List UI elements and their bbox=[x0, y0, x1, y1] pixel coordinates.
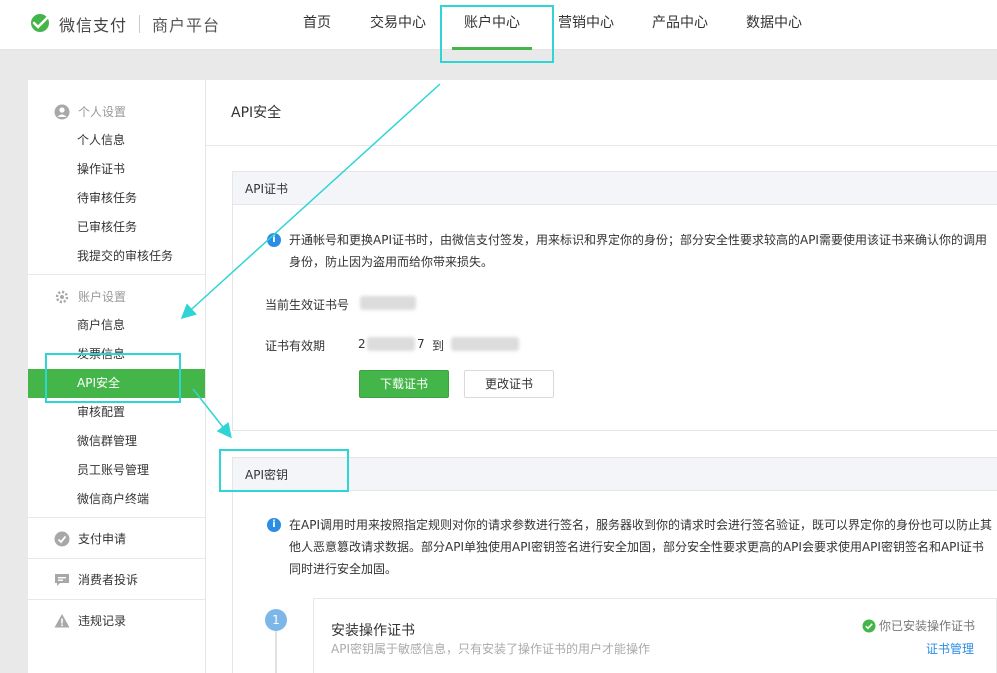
sidebar-item-reviewed[interactable]: 已审核任务 bbox=[28, 213, 205, 242]
brand-logo[interactable]: 微信支付 商户平台 bbox=[28, 11, 220, 37]
sidebar-item-label: 消费者投诉 bbox=[78, 573, 139, 587]
nav-account-center[interactable]: 账户中心 bbox=[444, 0, 540, 50]
sidebar-item-payment-apply[interactable]: 支付申请 bbox=[28, 524, 205, 553]
info-icon: i bbox=[267, 233, 281, 247]
sidebar-group-complaint[interactable]: 消费者投诉 bbox=[28, 559, 205, 600]
sidebar-group-payment-apply[interactable]: 支付申请 bbox=[28, 518, 205, 559]
section-header-api-key: API密钥 bbox=[232, 457, 997, 491]
sidebar-item-staff-accounts[interactable]: 员工账号管理 bbox=[28, 456, 205, 485]
cert-validity-to: 到 bbox=[432, 339, 445, 353]
cert-validity-label: 证书有效期 bbox=[265, 339, 326, 353]
step-timeline-line bbox=[275, 629, 277, 673]
sidebar-item-label: 支付申请 bbox=[78, 532, 127, 546]
sidebar-item-review-config[interactable]: 审核配置 bbox=[28, 398, 205, 427]
change-cert-button[interactable]: 更改证书 bbox=[464, 370, 554, 398]
brand-separator bbox=[139, 15, 141, 33]
sidebar-item-consumer-complaint[interactable]: 消费者投诉 bbox=[28, 565, 205, 594]
main-nav: 首页 交易中心 账户中心 营销中心 产品中心 数据中心 bbox=[282, 0, 820, 50]
sidebar-group-violation[interactable]: 违规记录 bbox=[28, 600, 205, 640]
gear-icon bbox=[55, 290, 69, 303]
sidebar-group-personal: 个人设置 个人信息 操作证书 待审核任务 已审核任务 我提交的审核任务 bbox=[28, 80, 205, 275]
sidebar-head-account: 账户设置 bbox=[28, 282, 205, 311]
user-icon bbox=[54, 104, 70, 119]
sidebar-item-personal-info[interactable]: 个人信息 bbox=[28, 126, 205, 155]
nav-product-center[interactable]: 产品中心 bbox=[632, 0, 728, 50]
sidebar-item-label: 违规记录 bbox=[78, 614, 127, 628]
nav-data-center[interactable]: 数据中心 bbox=[728, 0, 820, 50]
info-icon: i bbox=[267, 518, 281, 532]
cert-notice-line-1: 开通帐号和更换API证书时，由微信支付签发，用来标识和界定你的身份；部分安全性要… bbox=[289, 233, 987, 247]
brand-sub-name: 商户平台 bbox=[152, 16, 221, 35]
cert-validity-end-redacted bbox=[451, 337, 519, 351]
download-cert-button[interactable]: 下载证书 bbox=[359, 370, 449, 398]
warning-icon bbox=[54, 613, 70, 627]
key-notice-line-3: 同时进行安全加固。 bbox=[289, 562, 398, 576]
key-notice-line-1: 在API调用时用来按照指定规则对你的请求参数进行签名，服务器收到你的请求时会进行… bbox=[289, 518, 992, 532]
step-description: API密钥属于敏感信息，只有安装了操作证书的用户才能操作 bbox=[331, 642, 650, 656]
cert-serial-label: 当前生效证书号 bbox=[265, 298, 350, 312]
sidebar-item-wechat-group[interactable]: 微信群管理 bbox=[28, 427, 205, 456]
message-icon bbox=[55, 573, 69, 586]
step-status-text: 你已安装操作证书 bbox=[878, 619, 975, 633]
section-header-api-cert: API证书 bbox=[232, 171, 997, 205]
nav-home[interactable]: 首页 bbox=[282, 0, 352, 50]
nav-marketing-center[interactable]: 营销中心 bbox=[540, 0, 632, 50]
cert-notice-line-2: 身份，防止因为盗用而给你带来损失。 bbox=[289, 255, 494, 269]
sidebar-head-label: 账户设置 bbox=[78, 290, 127, 304]
sidebar-item-invoice-info[interactable]: 发票信息 bbox=[28, 340, 205, 369]
check-circle-icon bbox=[862, 619, 876, 632]
key-notice: i 在API调用时用来按照指定规则对你的请求参数进行签名，服务器收到你的请求时会… bbox=[267, 514, 992, 580]
key-notice-line-2: 他人恶意篡改请求数据。部分API单独使用API密钥签名进行安全加固，部分安全性要… bbox=[289, 540, 984, 554]
key-notice-text: 在API调用时用来按照指定规则对你的请求参数进行签名，服务器收到你的请求时会进行… bbox=[289, 514, 992, 580]
sidebar-head-personal: 个人设置 bbox=[28, 97, 205, 126]
sidebar-head-label: 个人设置 bbox=[78, 105, 127, 119]
step-card-install-cert: 安装操作证书 API密钥属于敏感信息，只有安装了操作证书的用户才能操作 你已安装… bbox=[313, 598, 997, 673]
cert-notice-text: 开通帐号和更换API证书时，由微信支付签发，用来标识和界定你的身份；部分安全性要… bbox=[289, 229, 987, 273]
sidebar-item-api-security[interactable]: API安全 bbox=[28, 369, 205, 398]
sidebar-item-merchant-info[interactable]: 商户信息 bbox=[28, 311, 205, 340]
sidebar-item-my-submitted[interactable]: 我提交的审核任务 bbox=[28, 242, 205, 271]
cert-validity-start-suffix: 7 bbox=[417, 337, 425, 351]
sidebar-item-operation-cert[interactable]: 操作证书 bbox=[28, 155, 205, 184]
step-number-badge: 1 bbox=[265, 609, 287, 631]
main-content: API安全 API证书 i 开通帐号和更换API证书时，由微信支付签发，用来标识… bbox=[206, 80, 997, 673]
cert-notice: i 开通帐号和更换API证书时，由微信支付签发，用来标识和界定你的身份；部分安全… bbox=[267, 229, 987, 273]
payment-icon bbox=[54, 531, 70, 546]
sidebar-item-violation-record[interactable]: 违规记录 bbox=[28, 606, 205, 635]
step-status: 你已安装操作证书 bbox=[862, 617, 975, 634]
brand-name: 微信支付 bbox=[59, 16, 128, 35]
sidebar-item-pending-review[interactable]: 待审核任务 bbox=[28, 184, 205, 213]
sidebar: 个人设置 个人信息 操作证书 待审核任务 已审核任务 我提交的审核任务 账户设置… bbox=[28, 80, 206, 673]
nav-trade-center[interactable]: 交易中心 bbox=[352, 0, 444, 50]
cert-serial-value-redacted bbox=[360, 296, 416, 310]
cert-validity-start-redacted bbox=[367, 337, 415, 351]
step-title: 安装操作证书 bbox=[331, 623, 415, 639]
top-header: 微信支付 商户平台 首页 交易中心 账户中心 营销中心 产品中心 数据中心 bbox=[0, 0, 997, 50]
cert-validity-start-prefix: 2 bbox=[358, 337, 366, 351]
page-title: API安全 bbox=[206, 80, 997, 146]
cert-manage-link[interactable]: 证书管理 bbox=[926, 640, 974, 657]
wechat-pay-logo-icon bbox=[31, 14, 49, 32]
sidebar-item-merchant-terminal[interactable]: 微信商户终端 bbox=[28, 485, 205, 514]
sidebar-group-account: 账户设置 商户信息 发票信息 API安全 审核配置 微信群管理 员工账号管理 微… bbox=[28, 275, 205, 518]
